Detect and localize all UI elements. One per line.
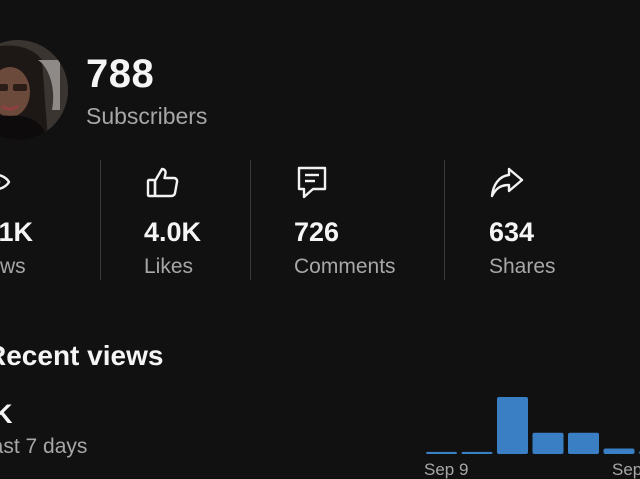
chart-tick-label: Sep 9 (424, 460, 468, 479)
section-title: Recent views (0, 340, 164, 371)
eye-icon (0, 164, 12, 200)
likes-label: Likes (144, 255, 194, 278)
views-value: 8.1K (0, 217, 34, 247)
channel-avatar[interactable] (0, 40, 68, 140)
thumbs-up-icon (144, 164, 180, 200)
chart-bar (426, 451, 457, 454)
chart-bar (497, 397, 528, 454)
comment-icon (294, 164, 330, 200)
likes-value: 4.0K (144, 217, 202, 247)
comments-value: 726 (294, 217, 340, 247)
subscriber-label: Subscribers (86, 103, 208, 129)
comments-label: Comments (294, 255, 396, 278)
stat-divider (100, 160, 101, 280)
chart-bar (461, 451, 493, 454)
recent-views-period: Last 7 days (0, 435, 88, 458)
stat-divider (444, 160, 445, 280)
avatar-image (0, 40, 68, 140)
stat-divider (250, 160, 251, 280)
chart-bar (603, 448, 635, 454)
chart-bar (532, 432, 564, 454)
shares-label: Shares (489, 255, 556, 278)
share-arrow-icon (489, 164, 525, 200)
views-label: Views (0, 255, 26, 278)
recent-views-chart[interactable]: Sep 9 Sep (418, 388, 640, 479)
chart-bar (568, 432, 599, 454)
chart-tick-label: Sep (612, 460, 640, 479)
recent-views-value: 2K (0, 399, 13, 429)
subscriber-count: 788 (86, 52, 155, 96)
shares-value: 634 (489, 217, 535, 247)
